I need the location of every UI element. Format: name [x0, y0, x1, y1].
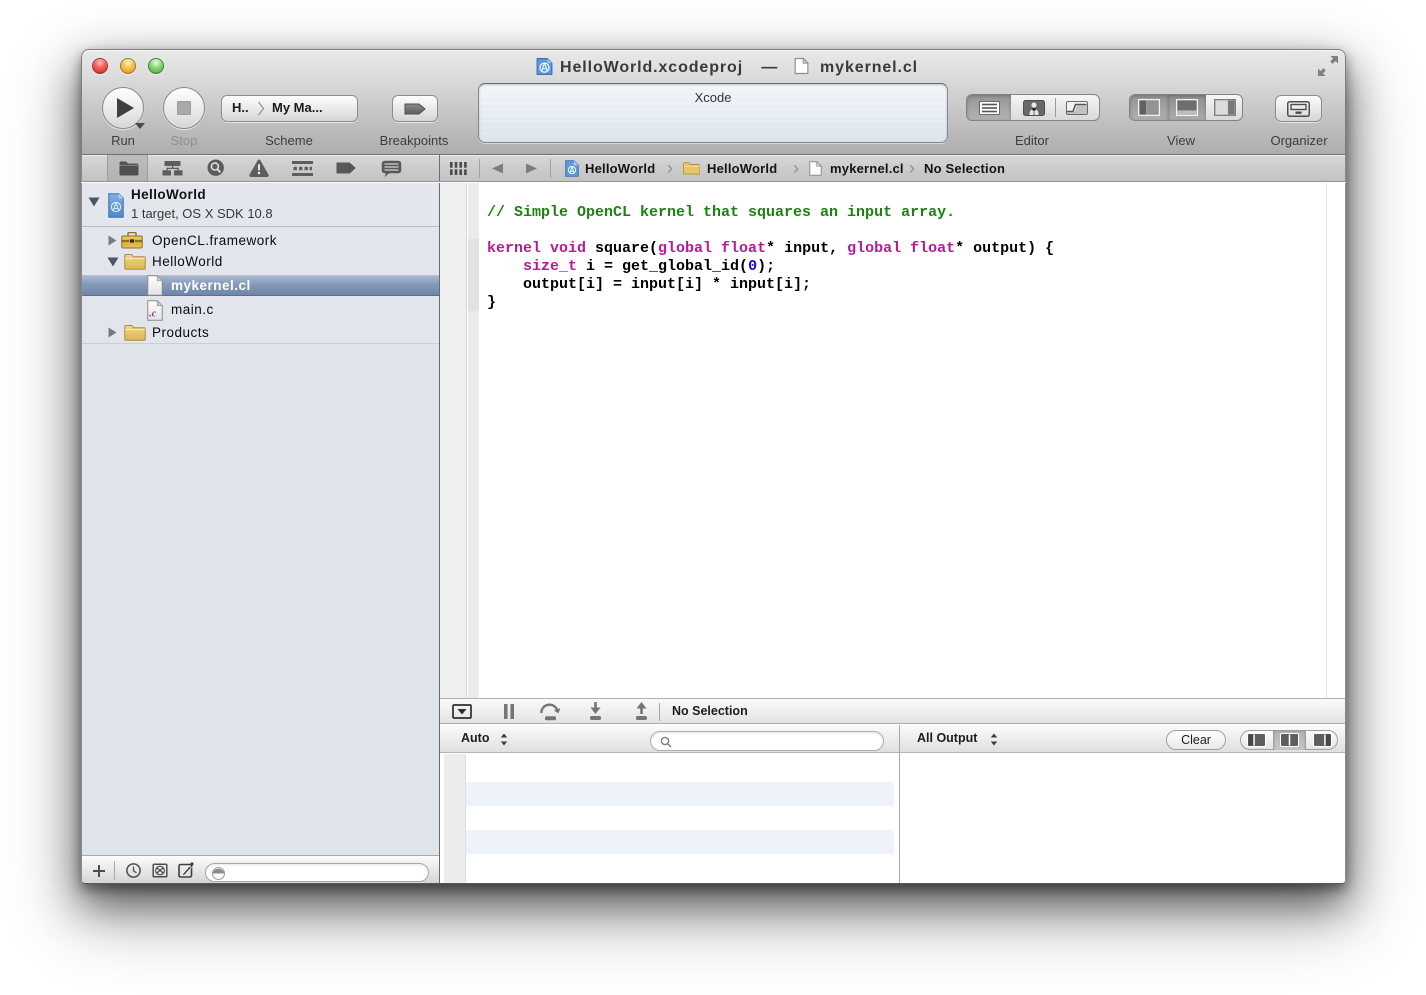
svg-text:.c: .c — [149, 309, 157, 320]
